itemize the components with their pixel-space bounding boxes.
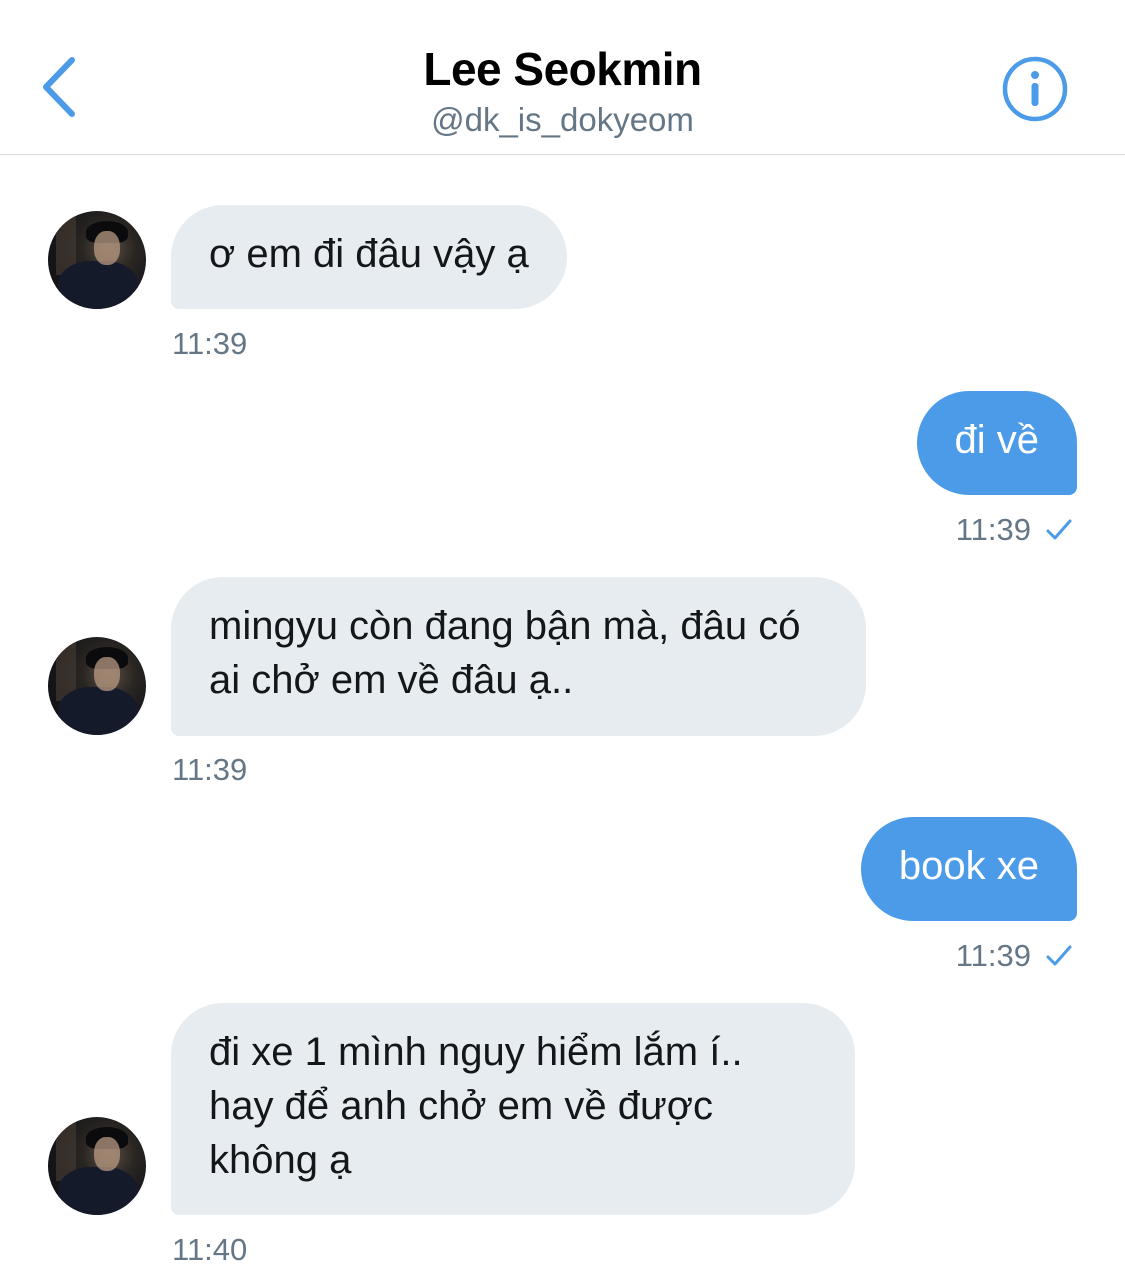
check-icon [1045, 941, 1075, 971]
message-text: book xe [898, 844, 1039, 888]
contact-handle: @dk_is_dokyeom [431, 101, 694, 138]
message-text: đi xe 1 mình nguy hiểm lắm í.. hay để an… [209, 1030, 743, 1182]
message-meta: 11:39 [956, 512, 1075, 548]
contact-avatar[interactable] [48, 1117, 146, 1215]
incoming-message-bubble[interactable]: mingyu còn đang bận mà, đâu có ai chở em… [171, 577, 866, 736]
check-icon [1045, 515, 1075, 545]
incoming-message-bubble[interactable]: ơ em đi đâu vậy ạ [171, 205, 567, 309]
info-button[interactable] [1000, 54, 1070, 124]
incoming-message-bubble[interactable]: đi xe 1 mình nguy hiểm lắm í.. hay để an… [171, 1003, 855, 1215]
conversation-header: Lee Seokmin @dk_is_dokyeom [0, 0, 1125, 155]
outgoing-message-bubble[interactable]: đi về [916, 391, 1077, 495]
contact-avatar[interactable] [48, 211, 146, 309]
message-timestamp: 11:40 [172, 1232, 248, 1267]
message-text: mingyu còn đang bận mà, đâu có ai chở em… [209, 604, 801, 702]
message-timestamp: 11:39 [172, 326, 248, 361]
message-timestamp: 11:39 [172, 752, 248, 787]
message-text: đi về [954, 418, 1040, 462]
info-icon [1002, 56, 1068, 122]
message-text: ơ em đi đâu vậy ạ [209, 232, 529, 276]
message-timestamp: 11:39 [955, 938, 1031, 973]
contact-avatar[interactable] [48, 637, 146, 735]
outgoing-message-bubble[interactable]: book xe [860, 817, 1077, 921]
contact-name: Lee Seokmin [423, 43, 702, 95]
message-meta: 11:39 [956, 938, 1075, 974]
message-timestamp: 11:39 [955, 512, 1031, 547]
